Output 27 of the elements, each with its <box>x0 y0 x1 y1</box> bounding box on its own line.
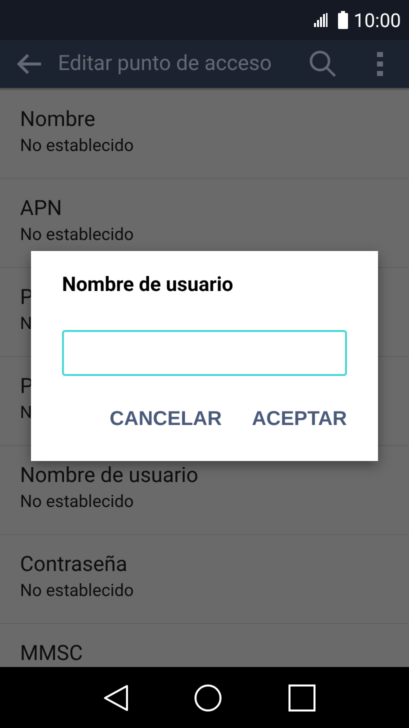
setting-value: No establecido <box>20 580 134 602</box>
home-icon[interactable] <box>194 684 222 712</box>
more-options-icon[interactable] <box>377 52 383 76</box>
search-icon[interactable] <box>309 50 337 78</box>
setting-value: No establecido <box>20 224 134 246</box>
dialog-button[interactable]: ACEPTAR <box>252 408 347 431</box>
setting-value: No establecido <box>20 135 134 157</box>
setting-value: N <box>20 402 32 424</box>
dialog-button[interactable]: CANCELAR <box>110 408 222 431</box>
setting-title: MMSC <box>20 641 83 667</box>
back-arrow-icon[interactable] <box>16 53 42 75</box>
recents-icon[interactable] <box>288 684 316 712</box>
input-field[interactable] <box>62 330 347 376</box>
setting-title: Nombre de usuario <box>20 463 198 489</box>
setting-title: Contraseña <box>20 552 128 578</box>
status-time: 10:00 <box>354 8 401 32</box>
setting-value: No establecido <box>20 491 134 513</box>
setting-title: Nombre <box>20 107 96 133</box>
setting-value: N <box>20 313 32 335</box>
setting-title: APN <box>20 196 62 222</box>
setting-item[interactable]: Contraseña No establecido <box>0 535 409 624</box>
setting-item[interactable]: Nombre No establecido <box>0 90 409 179</box>
screen-title: Editar punto de acceso <box>58 52 273 76</box>
back-icon[interactable] <box>102 684 129 712</box>
dialog-title: Nombre de usuario <box>62 271 234 297</box>
signal-icon <box>314 13 328 27</box>
battery-icon <box>338 11 348 29</box>
